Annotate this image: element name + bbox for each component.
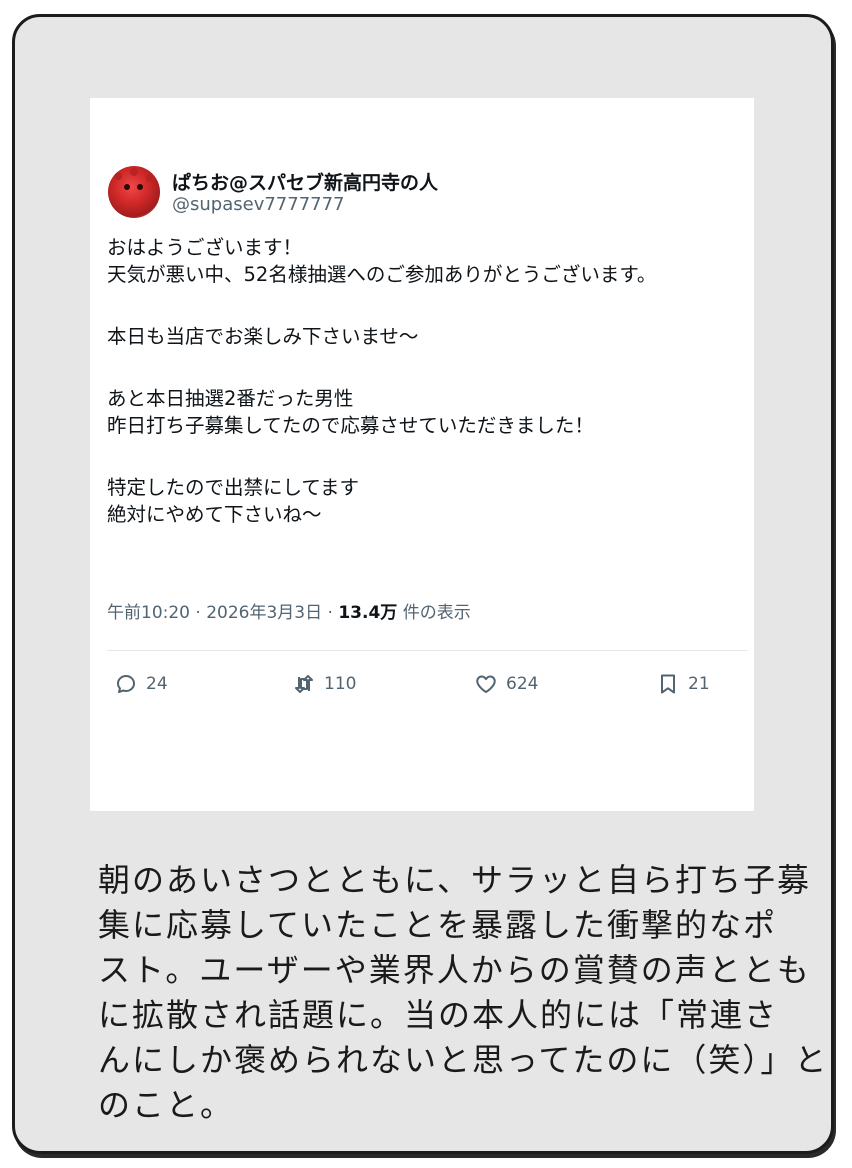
tweet-line: あと本日抽選2番だった男性 bbox=[107, 387, 354, 410]
reply-button[interactable]: 24 bbox=[114, 670, 168, 698]
tweet-time[interactable]: 午前10:20 bbox=[107, 603, 190, 623]
tweet-body: おはようございます！ 天気が悪い中、52名様抽選へのご参加ありがとうございます。… bbox=[107, 234, 747, 528]
reply-icon bbox=[117, 675, 135, 693]
divider bbox=[107, 650, 748, 651]
caption-line: 集に応募していたことを暴露した衝撃的なポ bbox=[98, 906, 778, 944]
avatar[interactable] bbox=[108, 166, 160, 218]
reply-count: 24 bbox=[146, 674, 168, 694]
retweet-count: 110 bbox=[324, 674, 357, 694]
like-button[interactable]: 624 bbox=[474, 670, 538, 698]
bookmark-button[interactable]: 21 bbox=[656, 670, 710, 698]
author-name[interactable]: ぱちお@スパセブ新高円寺の人 bbox=[172, 168, 438, 195]
views-count: 13.4万 bbox=[338, 603, 398, 623]
author-handle[interactable]: @supasev7777777 bbox=[172, 194, 345, 215]
caption-line: に拡散され話題に。当の本人的には「常連さ bbox=[98, 996, 779, 1034]
tweet-line: 本日も当店でお楽しみ下さいませ〜 bbox=[107, 325, 419, 348]
caption-line: のこと。 bbox=[98, 1086, 235, 1124]
tweet-meta: 午前10:20 · 2026年3月3日 · 13.4万 件の表示 bbox=[107, 603, 471, 623]
like-count: 624 bbox=[506, 674, 539, 694]
tweet-card: ぱちお@スパセブ新高円寺の人 @supasev7777777 おはようございます… bbox=[90, 98, 754, 811]
tweet-date[interactable]: 2026年3月3日 bbox=[206, 603, 322, 623]
article-caption: 朝のあいさつとともに、サラッと自ら打ち子募 集に応募していたことを暴露した衝撃的… bbox=[98, 858, 829, 1128]
tweet-line: 天気が悪い中、52名様抽選へのご参加ありがとうございます。 bbox=[107, 263, 657, 286]
tweet-line: おはようございます！ bbox=[107, 236, 303, 259]
retweet-icon bbox=[295, 675, 313, 693]
tweet-line: 昨日打ち子募集してたので応募させていただきました！ bbox=[107, 414, 594, 437]
tweet-author[interactable]: ぱちお@スパセブ新高円寺の人 @supasev7777777 bbox=[106, 164, 706, 220]
tweet-line: 絶対にやめて下さいね〜 bbox=[107, 503, 322, 526]
caption-line: 朝のあいさつとともに、サラッと自ら打ち子募 bbox=[98, 861, 812, 899]
caption-line: スト。ユーザーや業界人からの賞賛の声ととも bbox=[98, 951, 811, 989]
bookmark-icon bbox=[661, 674, 675, 694]
retweet-button[interactable]: 110 bbox=[292, 670, 356, 698]
views-label: 件の表示 bbox=[402, 603, 471, 623]
bookmark-count: 21 bbox=[688, 674, 710, 694]
tweet-line: 特定したので出禁にしてます bbox=[107, 476, 359, 499]
caption-line: んにしか褒められないと思ってたのに（笑）」と bbox=[98, 1041, 829, 1079]
heart-icon bbox=[476, 675, 496, 693]
